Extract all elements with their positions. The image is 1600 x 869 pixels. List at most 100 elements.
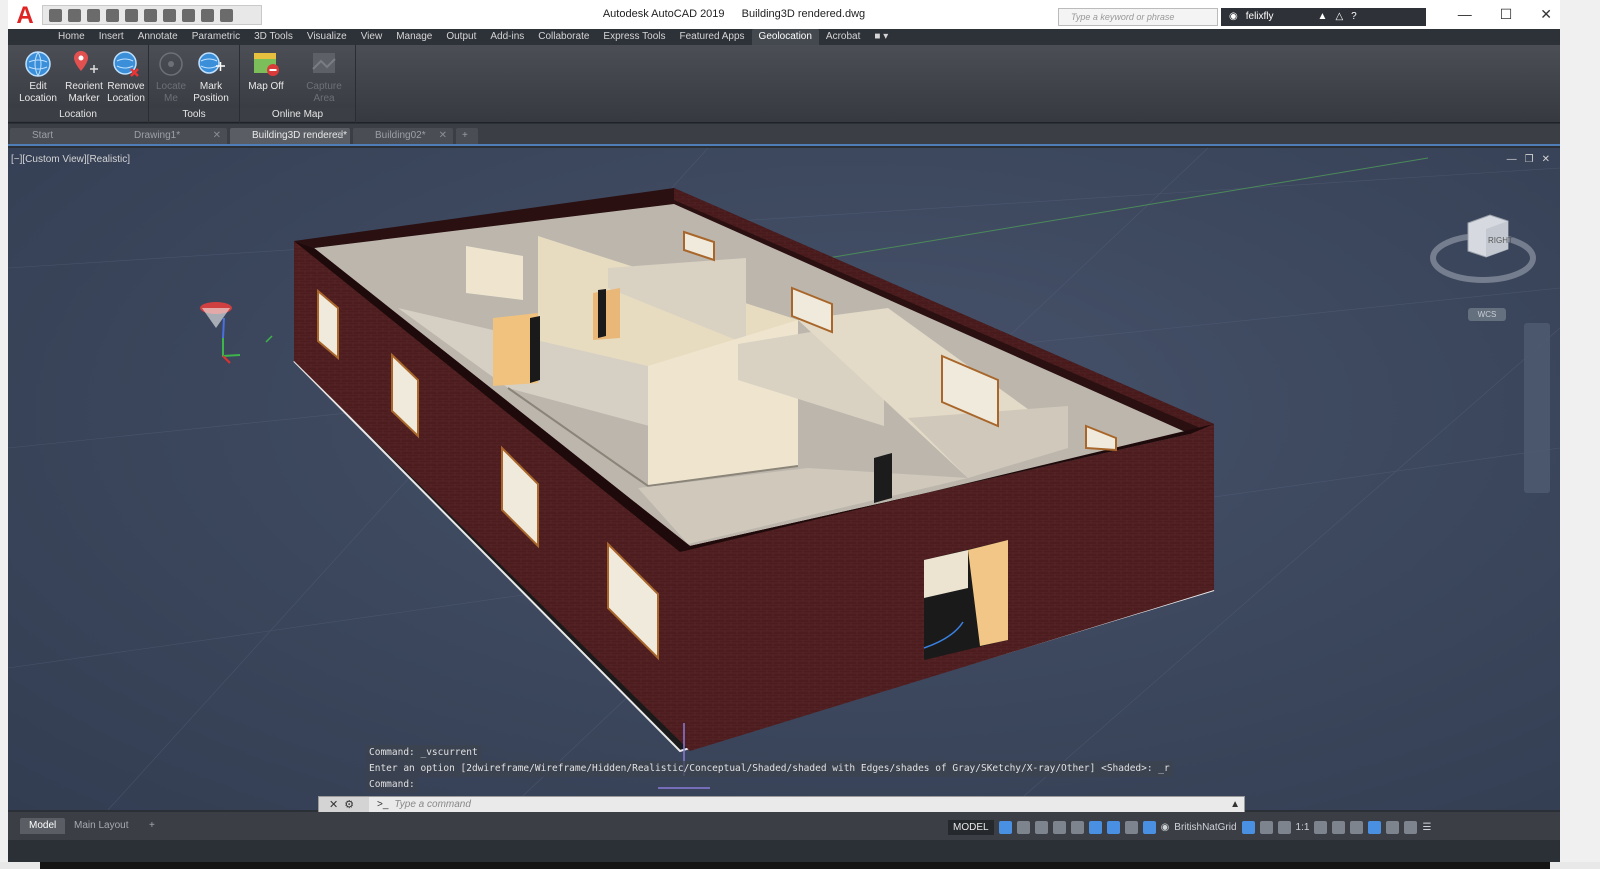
globe-remove-icon — [111, 49, 141, 79]
panel-online-map: Map Off Capture Area Online Map — [240, 45, 356, 123]
model-space-toggle[interactable]: MODEL — [948, 819, 994, 835]
layout-tab-main-layout[interactable]: Main Layout — [65, 818, 137, 834]
command-history-line: Command: — [366, 777, 418, 793]
locate-me-button[interactable]: Locate Me — [149, 49, 193, 105]
tab-home[interactable]: Home — [51, 29, 92, 45]
close-tab-icon[interactable]: ✕ — [213, 128, 221, 144]
polar-icon[interactable] — [1052, 820, 1066, 834]
remove-location-button[interactable]: Remove Location — [104, 49, 148, 105]
close-icon[interactable]: ✕ — [1540, 6, 1552, 23]
close-tab-icon[interactable]: ✕ — [336, 128, 344, 144]
geolocation-pin-icon[interactable] — [1142, 820, 1156, 834]
tab-insert[interactable]: Insert — [92, 29, 131, 45]
binoculars-icon[interactable]: ◉ — [1229, 11, 1238, 26]
object-snap-icon[interactable] — [1106, 820, 1120, 834]
lineweight-icon[interactable] — [1124, 820, 1138, 834]
customization-menu-icon[interactable]: ☰ — [1422, 822, 1431, 833]
command-line: ✕ ⚙ >_ Type a command ▲ — [318, 796, 1245, 813]
isolate-objects-icon[interactable] — [1368, 820, 1382, 834]
tab-visualize[interactable]: Visualize — [300, 29, 354, 45]
close-command-line-icon[interactable]: ✕ — [329, 798, 338, 811]
doc-tab-drawing1[interactable]: Drawing1* ✕ — [112, 128, 227, 144]
tab-annotate[interactable]: Annotate — [131, 29, 185, 45]
close-tab-icon[interactable]: ✕ — [439, 128, 447, 144]
tab-collaborate[interactable]: Collaborate — [531, 29, 596, 45]
ortho-icon[interactable] — [1034, 820, 1048, 834]
maximize-icon[interactable]: ☐ — [1500, 6, 1513, 23]
tab-manage[interactable]: Manage — [389, 29, 439, 45]
command-history-line: Enter an option [2dwireframe/Wireframe/H… — [366, 761, 1173, 777]
wcs-badge[interactable]: WCS — [1468, 308, 1506, 321]
annotation-visibility-icon[interactable] — [1241, 820, 1255, 834]
drawing-viewport[interactable]: [−][Custom View][Realistic] — ❐ ✕ RIGHT … — [8, 148, 1560, 810]
locate-me-icon — [156, 49, 186, 79]
coordinate-system[interactable]: BritishNatGrid — [1174, 822, 1236, 833]
panel-label-tools: Tools — [149, 108, 239, 121]
tab-express-tools[interactable]: Express Tools — [596, 29, 672, 45]
user-name[interactable]: felixfly — [1246, 11, 1274, 26]
grid-icon[interactable] — [998, 820, 1012, 834]
reorient-marker-button[interactable]: Reorient Marker — [62, 49, 106, 105]
snap-icon[interactable] — [1016, 820, 1030, 834]
help-search-input[interactable]: Type a keyword or phrase — [1058, 8, 1218, 26]
viewcube-icon: RIGHT — [1430, 214, 1536, 283]
tab-add-ins[interactable]: Add-ins — [483, 29, 531, 45]
edit-location-button[interactable]: Edit Location — [16, 49, 60, 105]
ribbon-options-icon[interactable]: ■ ▾ — [867, 29, 895, 45]
isodraft-icon[interactable] — [1070, 820, 1084, 834]
map-off-button[interactable]: Map Off — [244, 49, 288, 93]
tab-output[interactable]: Output — [439, 29, 483, 45]
tab-acrobat[interactable]: Acrobat — [819, 29, 867, 45]
customize-icon[interactable]: ⚙ — [344, 798, 354, 811]
status-bar: Model Main Layout + MODEL ◉ BritishNatGr… — [8, 812, 1560, 840]
map-off-icon — [251, 49, 281, 79]
command-input[interactable]: Type a command — [394, 799, 471, 810]
ribbon-tabs: Home Insert Annotate Parametric 3D Tools… — [8, 29, 1560, 45]
annotation-monitor-icon[interactable] — [1332, 820, 1346, 834]
doc-tab-start[interactable]: Start — [10, 128, 125, 144]
capture-area-icon — [309, 49, 339, 79]
tab-geolocation[interactable]: Geolocation — [751, 29, 819, 45]
command-history-toggle-icon[interactable]: ▲ — [1230, 799, 1240, 810]
mark-position-button[interactable]: Mark Position — [189, 49, 233, 105]
tab-view[interactable]: View — [354, 29, 390, 45]
globe-marker-icon — [196, 49, 226, 79]
layout-tab-model[interactable]: Model — [20, 818, 66, 834]
add-layout-button[interactable]: + — [140, 818, 164, 834]
hardware-acceleration-icon[interactable] — [1386, 820, 1400, 834]
panel-label-online-map: Online Map — [240, 108, 355, 121]
command-history: Command: _vscurrent Enter an option [2dw… — [366, 745, 1173, 793]
globe-icon — [23, 49, 53, 79]
document-tabs: Start Drawing1* ✕ Building3D rendered* ✕… — [8, 124, 1560, 146]
panel-label-location: Location — [8, 108, 148, 121]
ucs-icon — [200, 302, 273, 364]
panel-location: Edit Location Reorient Marker Remove Loc… — [8, 45, 149, 123]
a360-icon[interactable]: △ — [1335, 11, 1343, 26]
capture-area-button[interactable]: Capture Area — [302, 49, 346, 105]
building-3d-model — [8, 148, 1560, 810]
doc-tab-building3d-rendered[interactable]: Building3D rendered* ✕ — [230, 128, 350, 144]
navigation-bar[interactable] — [1524, 323, 1550, 493]
status-toggles: MODEL ◉ BritishNatGrid 1:1 ☰ — [948, 818, 1431, 836]
object-snap-tracking-icon[interactable] — [1088, 820, 1102, 834]
command-line-buttons: ✕ ⚙ — [319, 797, 369, 812]
tab-3d-tools[interactable]: 3D Tools — [247, 29, 300, 45]
globe-icon: ◉ — [1160, 821, 1170, 833]
minimize-icon[interactable]: — — [1458, 6, 1472, 23]
viewcube-face-label: RIGHT — [1488, 236, 1513, 245]
tab-featured-apps[interactable]: Featured Apps — [673, 29, 752, 45]
annotation-scale-value[interactable]: 1:1 — [1296, 822, 1310, 833]
clean-screen-icon[interactable] — [1404, 820, 1418, 834]
help-icon[interactable]: ? — [1351, 11, 1357, 26]
doc-tab-building02[interactable]: Building02* ✕ — [353, 128, 453, 144]
auto-scale-icon[interactable] — [1259, 820, 1273, 834]
workspace-gear-icon[interactable] — [1314, 820, 1328, 834]
annotation-scale-icon[interactable] — [1277, 820, 1291, 834]
new-tab-button[interactable]: + — [456, 128, 478, 144]
desktop-strip — [0, 862, 1600, 869]
tab-parametric[interactable]: Parametric — [185, 29, 247, 45]
cart-icon[interactable]: ▲ — [1318, 11, 1328, 26]
viewcube[interactable]: RIGHT — [1428, 203, 1538, 293]
command-prompt-icon[interactable]: >_ — [377, 799, 388, 810]
units-icon[interactable] — [1350, 820, 1364, 834]
